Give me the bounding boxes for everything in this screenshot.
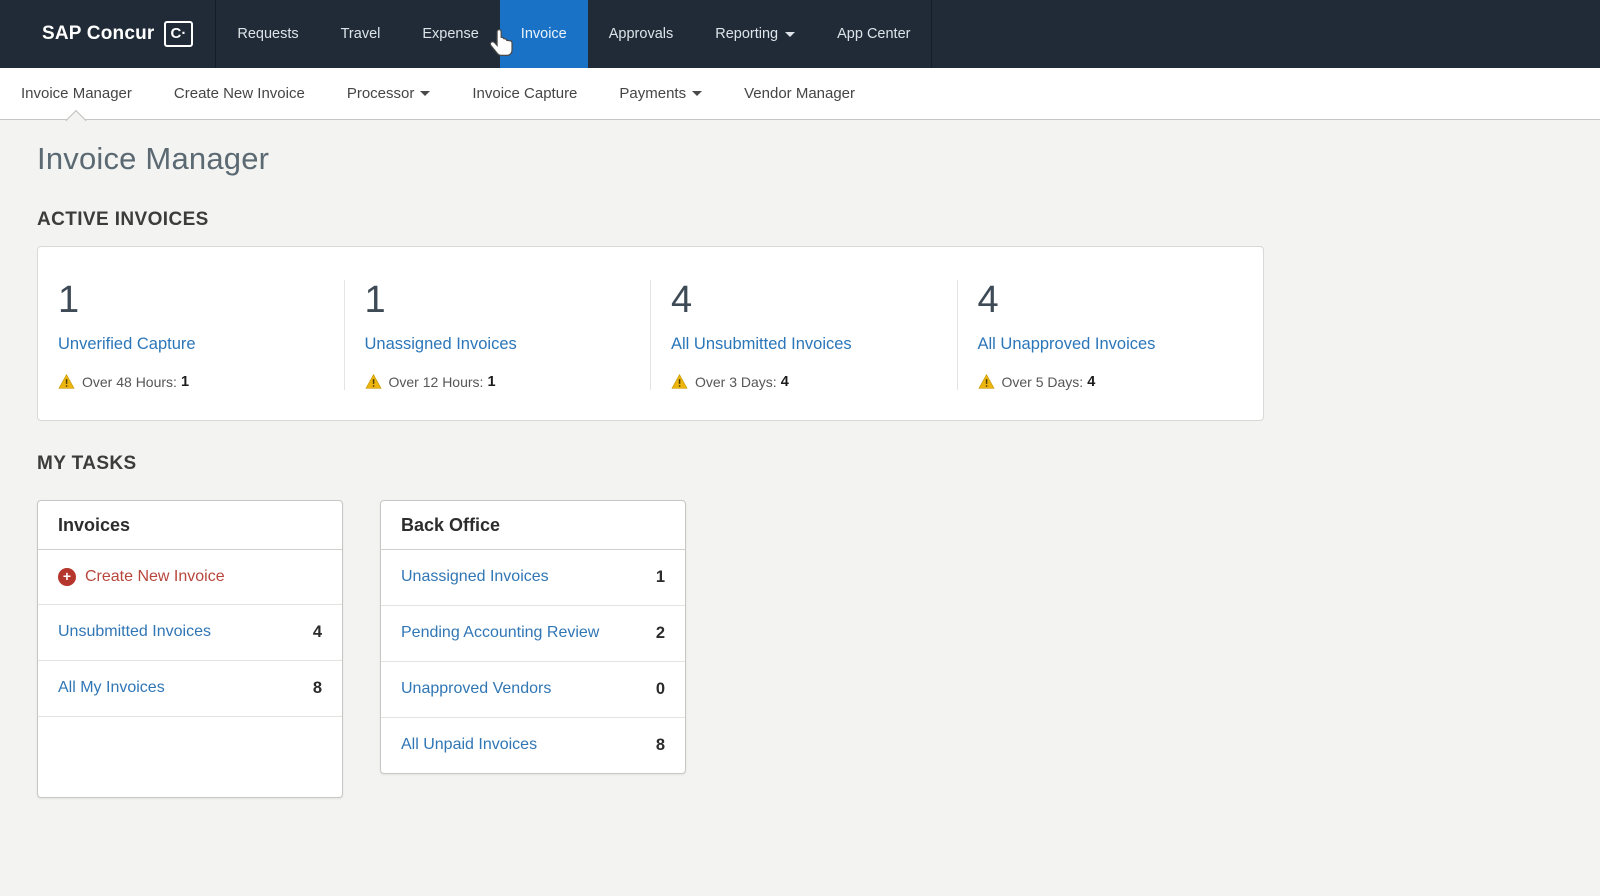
back-office-panel-title: Back Office bbox=[381, 501, 685, 550]
nav-app-center[interactable]: App Center bbox=[816, 0, 931, 68]
metric-count: 1 bbox=[58, 279, 80, 321]
nav-expense[interactable]: Expense bbox=[401, 0, 499, 68]
active-invoices-card: 1 Unverified Capture Over 48 Hours: 1 1 … bbox=[37, 246, 1264, 421]
unassigned-invoices-link[interactable]: Unassigned Invoices bbox=[365, 335, 517, 354]
warning-triangle-icon bbox=[58, 374, 75, 389]
metric-unassigned-invoices: 1 Unassigned Invoices Over 12 Hours: 1 bbox=[343, 279, 651, 390]
create-new-invoice-label: Create New Invoice bbox=[85, 567, 225, 585]
all-unpaid-invoices-count: 8 bbox=[655, 735, 665, 754]
app-root: SAP Concur C· Requests Travel Expense In… bbox=[0, 0, 1600, 798]
nav-reporting[interactable]: Reporting bbox=[694, 0, 816, 68]
invoice-sub-nav: Invoice Manager Create New Invoice Proce… bbox=[0, 68, 1600, 132]
warning-label: Over 12 Hours: bbox=[388, 373, 484, 390]
subnav-payments-label: Payments bbox=[619, 85, 687, 102]
nav-divider bbox=[931, 0, 933, 68]
concur-c-icon: C· bbox=[163, 21, 194, 47]
warning-count: 4 bbox=[780, 373, 789, 390]
subnav-create-new-invoice[interactable]: Create New Invoice bbox=[153, 68, 326, 119]
chevron-down-icon bbox=[785, 31, 796, 37]
panel-empty-space bbox=[38, 717, 342, 797]
metric-all-unsubmitted-invoices: 4 All Unsubmitted Invoices Over 3 Days: … bbox=[650, 279, 957, 390]
unapproved-vendors-row[interactable]: Unapproved Vendors 0 bbox=[381, 662, 685, 718]
unassigned-invoices-row[interactable]: Unassigned Invoices 1 bbox=[381, 550, 685, 606]
warning-triangle-icon bbox=[671, 374, 688, 389]
all-my-invoices-count: 8 bbox=[312, 678, 322, 697]
back-office-panel: Back Office Unassigned Invoices 1 Pendin… bbox=[380, 499, 686, 774]
nav-requests[interactable]: Requests bbox=[216, 0, 319, 68]
sap-concur-logo[interactable]: SAP Concur C· bbox=[0, 0, 215, 68]
logo-text: SAP Concur bbox=[42, 23, 155, 44]
top-nav: SAP Concur C· Requests Travel Expense In… bbox=[0, 0, 1600, 68]
subnav-invoice-manager[interactable]: Invoice Manager bbox=[0, 68, 153, 132]
invoices-panel: Invoices Create New Invoice Unsubmitted … bbox=[37, 499, 343, 798]
metric-warning: Over 12 Hours: 1 bbox=[364, 373, 633, 390]
warning-label: Over 3 Days: bbox=[695, 373, 777, 390]
metric-unverified-capture: 1 Unverified Capture Over 48 Hours: 1 bbox=[38, 279, 344, 390]
all-my-invoices-link[interactable]: All My Invoices bbox=[58, 679, 165, 697]
plus-circle-icon bbox=[58, 567, 76, 586]
subnav-payments[interactable]: Payments bbox=[598, 68, 723, 119]
warning-count: 4 bbox=[1087, 373, 1096, 390]
create-new-invoice-row[interactable]: Create New Invoice bbox=[38, 550, 342, 605]
metric-all-unapproved-invoices: 4 All Unapproved Invoices Over 5 Days: 4 bbox=[956, 279, 1264, 390]
all-my-invoices-row[interactable]: All My Invoices 8 bbox=[38, 661, 342, 717]
pending-accounting-review-count: 2 bbox=[655, 623, 665, 642]
unassigned-invoices-count: 1 bbox=[655, 567, 665, 586]
active-tab-notch bbox=[65, 109, 88, 132]
warning-label: Over 5 Days: bbox=[1001, 373, 1084, 390]
my-tasks-panels: Invoices Create New Invoice Unsubmitted … bbox=[37, 499, 1600, 798]
nav-reporting-label: Reporting bbox=[715, 26, 779, 42]
metric-warning: Over 3 Days: 4 bbox=[671, 374, 939, 390]
subnav-invoice-capture[interactable]: Invoice Capture bbox=[451, 68, 598, 119]
unapproved-vendors-link[interactable]: Unapproved Vendors bbox=[401, 680, 551, 698]
subnav-invoice-manager-label: Invoice Manager bbox=[21, 85, 132, 102]
page-title: Invoice Manager bbox=[37, 141, 270, 176]
warning-label: Over 48 Hours: bbox=[82, 373, 177, 390]
unverified-capture-link[interactable]: Unverified Capture bbox=[58, 335, 196, 354]
pending-accounting-review-row[interactable]: Pending Accounting Review 2 bbox=[381, 606, 685, 662]
unassigned-invoices-link[interactable]: Unassigned Invoices bbox=[401, 568, 549, 586]
metric-warning: Over 48 Hours: 1 bbox=[58, 374, 326, 390]
all-unpaid-invoices-link[interactable]: All Unpaid Invoices bbox=[401, 736, 537, 754]
nav-approvals[interactable]: Approvals bbox=[588, 0, 694, 68]
subnav-processor[interactable]: Processor bbox=[326, 68, 452, 119]
subnav-processor-label: Processor bbox=[346, 85, 415, 102]
active-invoices-heading: ACTIVE INVOICES bbox=[37, 209, 209, 230]
chevron-down-icon bbox=[420, 91, 431, 96]
nav-invoice[interactable]: Invoice bbox=[499, 0, 588, 68]
unsubmitted-invoices-count: 4 bbox=[312, 622, 322, 641]
chevron-down-icon bbox=[692, 91, 703, 96]
unsubmitted-invoices-link[interactable]: Unsubmitted Invoices bbox=[58, 623, 211, 641]
unsubmitted-invoices-row[interactable]: Unsubmitted Invoices 4 bbox=[38, 605, 342, 661]
pending-accounting-review-link[interactable]: Pending Accounting Review bbox=[401, 624, 599, 642]
subnav-vendor-manager[interactable]: Vendor Manager bbox=[723, 68, 876, 119]
all-unpaid-invoices-row[interactable]: All Unpaid Invoices 8 bbox=[381, 718, 685, 773]
warning-triangle-icon bbox=[977, 374, 995, 389]
my-tasks-heading: MY TASKS bbox=[37, 452, 137, 474]
nav-travel[interactable]: Travel bbox=[320, 0, 402, 68]
metric-count: 4 bbox=[671, 279, 693, 321]
warning-count: 1 bbox=[487, 373, 496, 390]
all-unsubmitted-invoices-link[interactable]: All Unsubmitted Invoices bbox=[671, 335, 852, 354]
metric-warning: Over 5 Days: 4 bbox=[977, 373, 1246, 390]
metric-count: 1 bbox=[364, 279, 386, 321]
main-content: Invoice Manager ACTIVE INVOICES 1 Unveri… bbox=[0, 141, 1600, 798]
all-unapproved-invoices-link[interactable]: All Unapproved Invoices bbox=[978, 335, 1156, 354]
invoices-panel-title: Invoices bbox=[38, 501, 342, 550]
unapproved-vendors-count: 0 bbox=[655, 679, 665, 698]
warning-triangle-icon bbox=[364, 374, 382, 389]
top-nav-items: Requests Travel Expense Invoice Approval… bbox=[216, 0, 931, 68]
metric-count: 4 bbox=[977, 279, 999, 321]
warning-count: 1 bbox=[180, 373, 190, 390]
